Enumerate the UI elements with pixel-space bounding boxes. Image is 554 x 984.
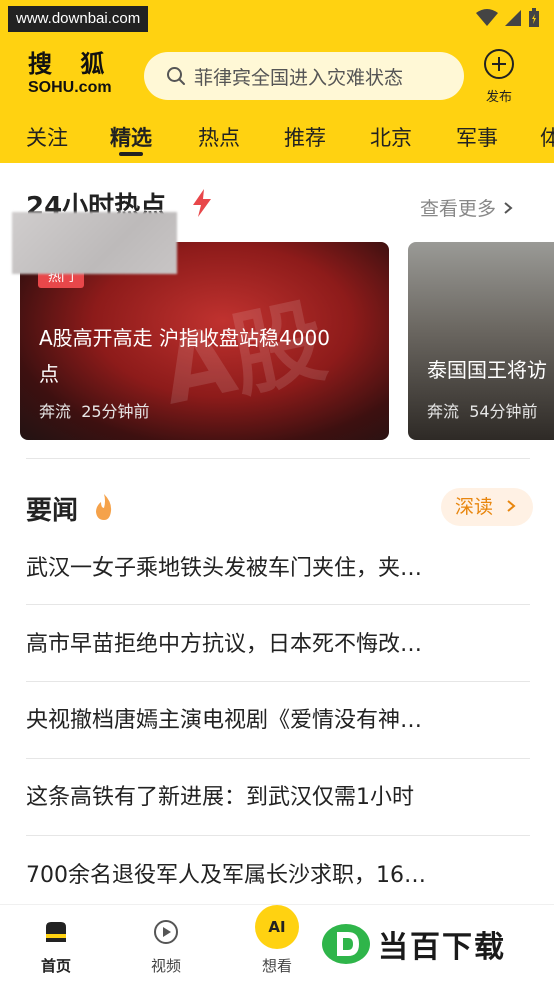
- news-divider: [26, 758, 530, 759]
- card-time: 54分钟前: [469, 402, 538, 421]
- card-meta: 奔流 54分钟前: [427, 398, 538, 422]
- see-more-link[interactable]: 查看更多: [420, 194, 514, 221]
- signal-icon: [505, 10, 521, 26]
- nav-video-label: 视频: [150, 957, 181, 975]
- wifi-icon: [476, 9, 498, 26]
- ai-icon: AI: [255, 905, 299, 949]
- news-item[interactable]: 武汉一女子乘地铁头发被车门夹住，夹…: [26, 550, 530, 582]
- status-icons: [476, 8, 540, 28]
- tab-beijing[interactable]: 北京: [370, 122, 412, 152]
- tab-military[interactable]: 军事: [456, 122, 498, 152]
- sohu-logo[interactable]: 搜 狐 SOHU.com: [28, 50, 120, 102]
- hot-card[interactable]: 泰国国王将访 奔流 54分钟前: [408, 242, 554, 440]
- search-icon: [167, 67, 185, 85]
- news-item[interactable]: 高市早苗拒绝中方抗议，日本死不悔改…: [26, 626, 530, 658]
- battery-icon: [529, 8, 539, 27]
- search-bar[interactable]: 菲律宾全国进入灾难状态: [144, 52, 464, 100]
- logo-english: SOHU.com: [28, 79, 112, 96]
- news-divider: [26, 604, 530, 605]
- channel-tabs: 关注 精选 热点 推荐 北京 军事 体: [0, 118, 554, 160]
- card-time: 25分钟前: [81, 402, 150, 421]
- chevron-right-icon: [507, 500, 516, 512]
- d-logo-icon: [322, 924, 370, 964]
- chevron-right-icon: [504, 202, 513, 214]
- lightning-icon: [193, 189, 211, 217]
- publish-button[interactable]: 发布: [478, 48, 520, 105]
- tab-follow[interactable]: 关注: [26, 122, 68, 152]
- nav-video[interactable]: 视频: [136, 919, 196, 976]
- tab-hot[interactable]: 热点: [198, 122, 240, 152]
- tab-recommend[interactable]: 推荐: [284, 122, 326, 152]
- news-item[interactable]: 央视撤档唐嫣主演电视剧《爱情没有神…: [26, 702, 530, 734]
- brand-watermark-text: 当百下载: [378, 930, 506, 965]
- brand-watermark: 当百下载: [320, 922, 506, 966]
- nav-home[interactable]: 首页: [26, 919, 86, 976]
- logo-chinese: 搜 狐: [28, 49, 115, 78]
- deep-read-label: 深读: [455, 496, 494, 518]
- nav-home-label: 首页: [40, 957, 71, 975]
- card-title: A股高开高走 沪指收盘站稳4000点: [39, 326, 330, 386]
- card-meta: 奔流 25分钟前: [39, 398, 150, 422]
- card-source: 奔流: [427, 402, 460, 421]
- publish-label: 发布: [485, 90, 512, 105]
- play-circle-icon: [154, 920, 178, 944]
- news-section-title: 要闻: [26, 496, 79, 526]
- nav-think[interactable]: AI 想看: [247, 905, 307, 976]
- deep-read-button[interactable]: 深读: [441, 488, 533, 526]
- flame-icon: [96, 494, 112, 520]
- active-tab-indicator: [119, 152, 143, 156]
- top-header: www.downbai.com 搜 狐 SOHU.com 菲律宾全国进入灾难状态…: [0, 0, 554, 163]
- news-item[interactable]: 这条高铁有了新进展：到武汉仅需1小时: [26, 779, 530, 811]
- plus-circle-icon: [484, 49, 514, 79]
- status-bar: www.downbai.com: [0, 0, 554, 36]
- section-divider: [26, 458, 530, 459]
- tab-featured[interactable]: 精选: [110, 122, 152, 152]
- blurred-overlay: [12, 212, 177, 274]
- see-more-label: 查看更多: [420, 198, 497, 220]
- card-source: 奔流: [39, 402, 72, 421]
- search-placeholder: 菲律宾全国进入灾难状态: [194, 66, 404, 89]
- home-icon: [46, 922, 66, 942]
- nav-think-label: 想看: [261, 957, 292, 975]
- news-item[interactable]: 700余名退役军人及军属长沙求职，16…: [26, 857, 530, 889]
- site-watermark: www.downbai.com: [8, 6, 149, 32]
- news-divider: [26, 681, 530, 682]
- news-divider: [26, 835, 530, 836]
- tab-more[interactable]: 体: [540, 122, 554, 152]
- card-title: 泰国国王将访: [427, 358, 547, 382]
